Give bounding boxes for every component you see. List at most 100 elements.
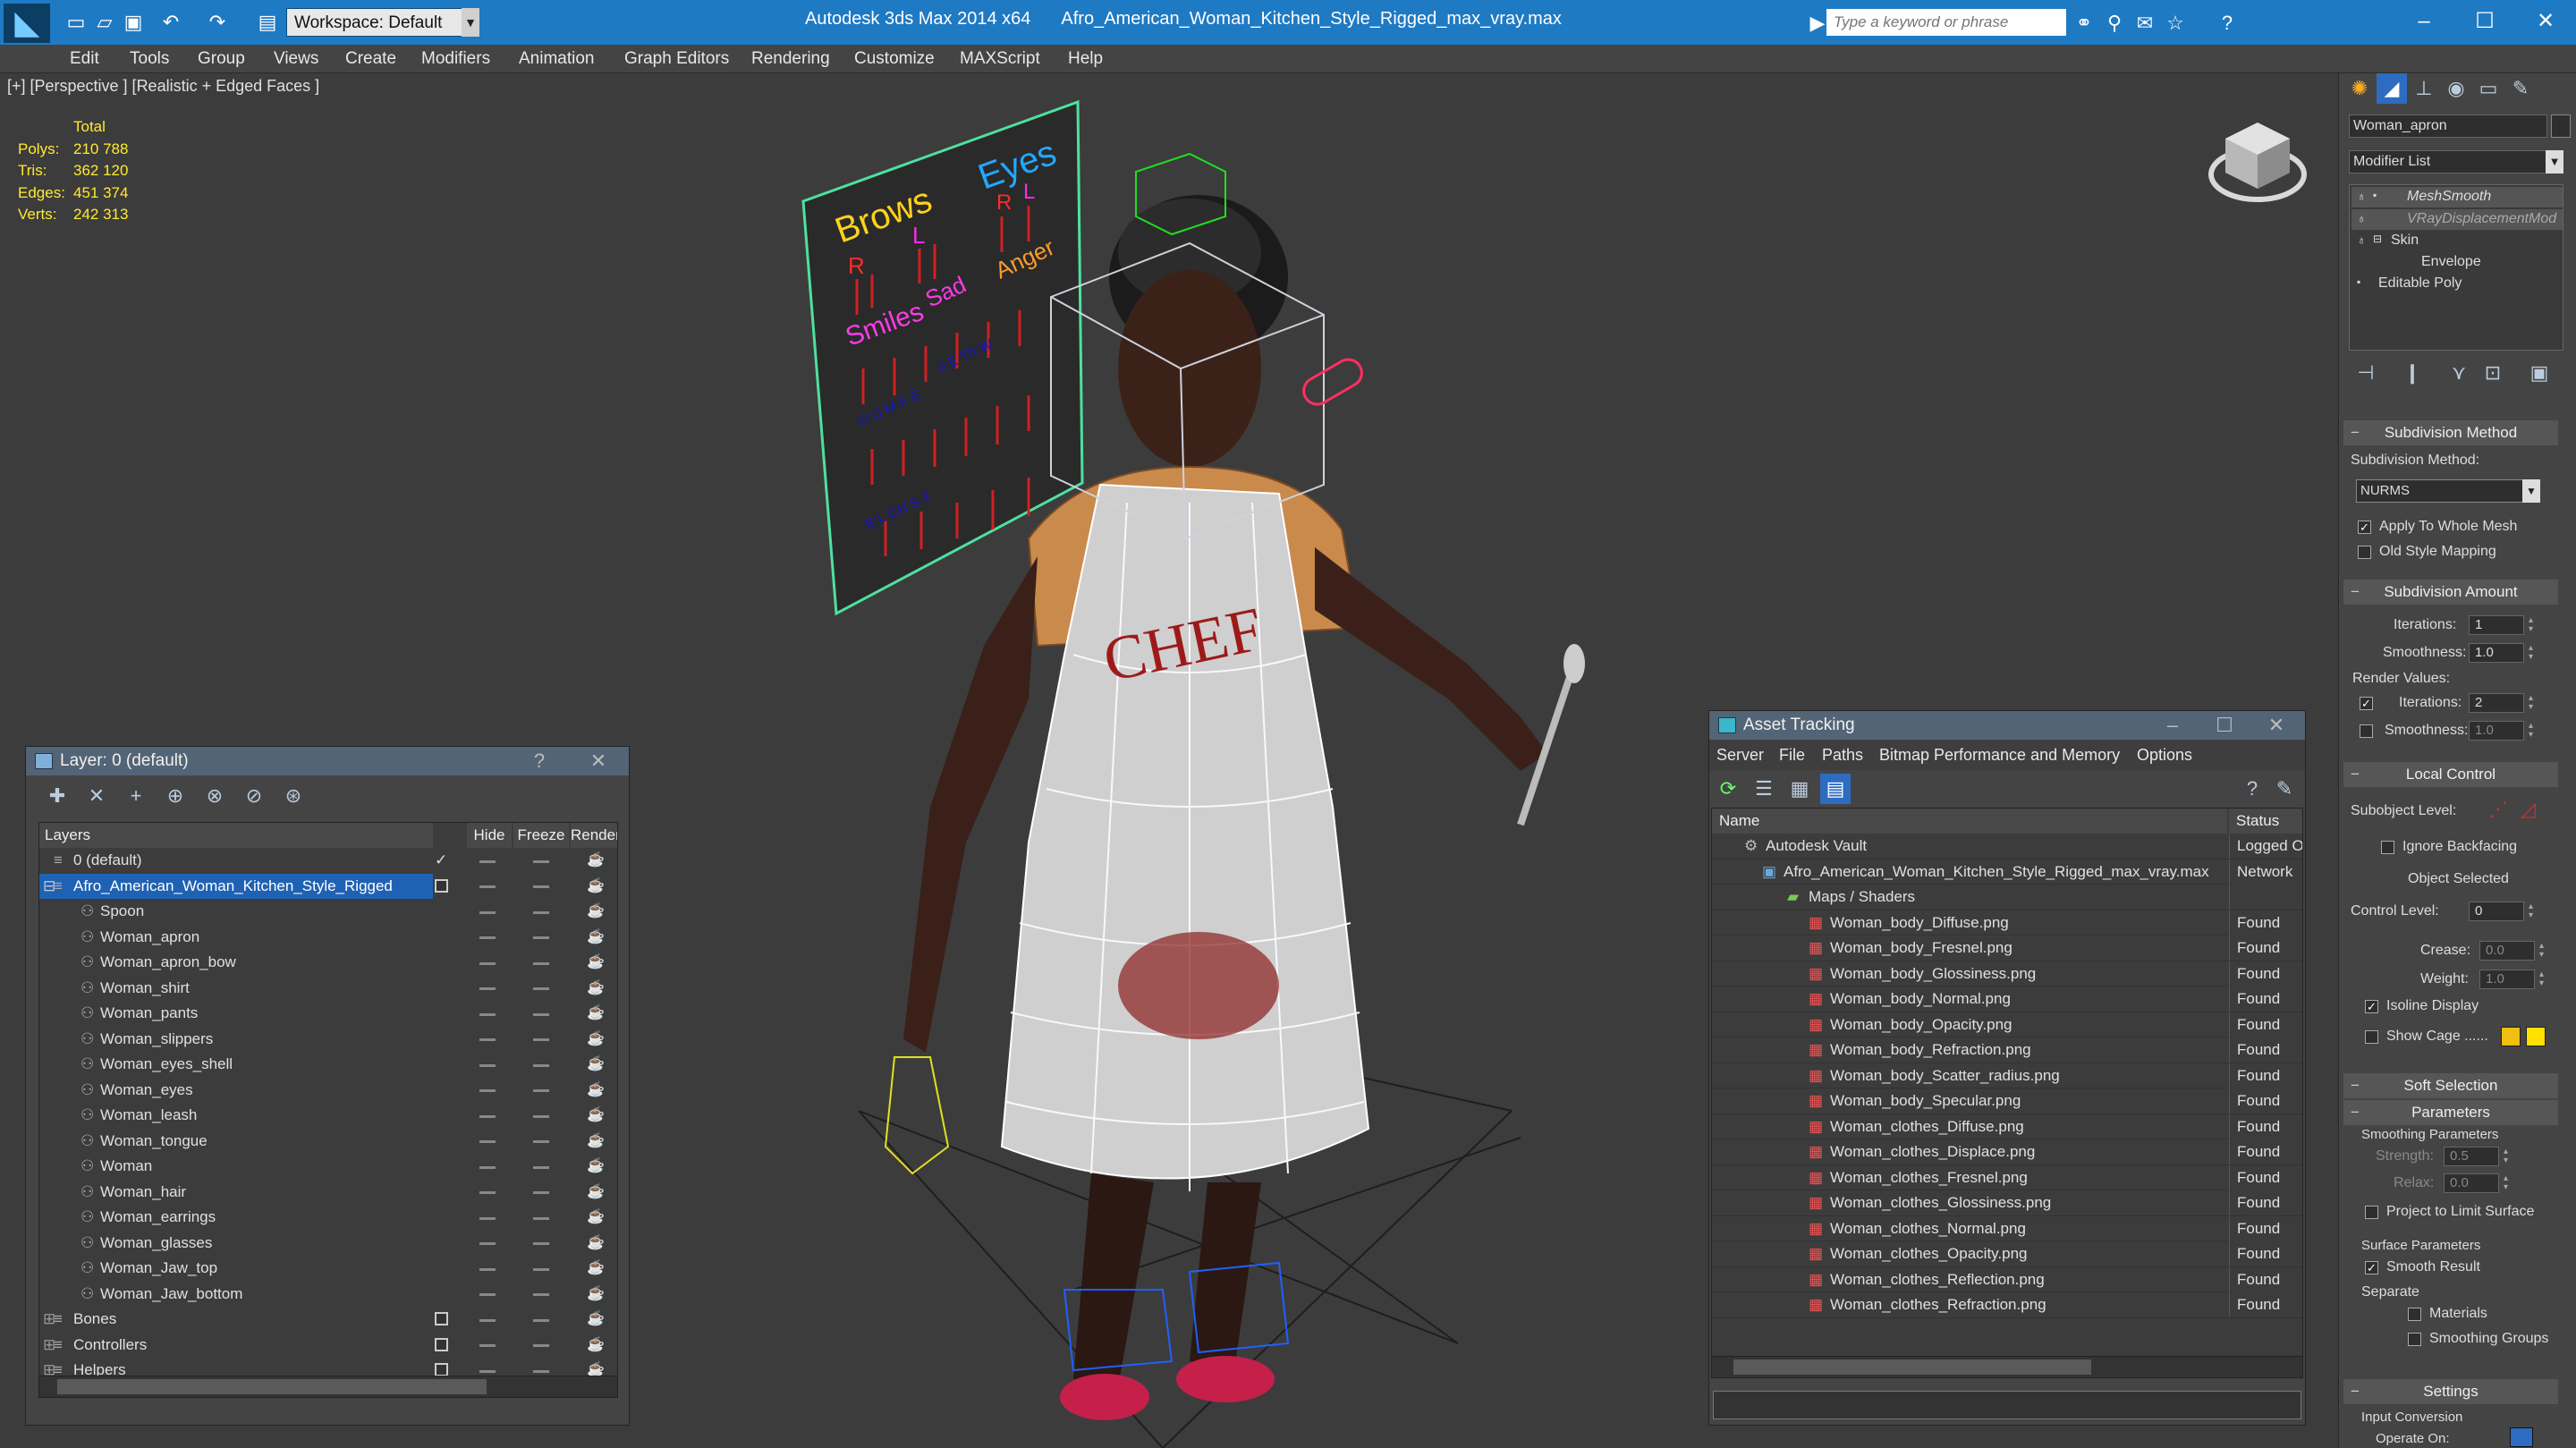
menu-maxscript[interactable]: MAXScript [960, 45, 1040, 73]
asset-tools-icon[interactable]: ✎ [2269, 774, 2300, 804]
control-level-spinner[interactable]: 0 [2469, 902, 2538, 921]
rollout-subdivision-method[interactable]: Subdivision Method [2343, 420, 2558, 445]
old-style-mapping-checkbox[interactable] [2358, 546, 2371, 559]
freeze-toggle[interactable] [533, 1078, 549, 1104]
remove-modifier-icon[interactable]: ⊡ [2478, 358, 2508, 388]
lightbulb-icon[interactable]: ♁ [2357, 233, 2367, 247]
binoculars-icon[interactable]: ⚭ [2072, 11, 2097, 36]
hide-toggle[interactable] [479, 1103, 496, 1129]
render-teapot-icon[interactable]: ☕ [587, 1027, 605, 1053]
app-logo-icon[interactable]: ◣ [4, 4, 50, 43]
layer-list[interactable]: Layers Hide Freeze Render ≡ 0 (default) ✓ ☕… [38, 822, 618, 1398]
hide-toggle[interactable] [479, 1052, 496, 1078]
render-teapot-icon[interactable]: ☕ [587, 874, 605, 900]
hide-toggle[interactable] [479, 1282, 496, 1308]
hide-all-icon[interactable]: ⊘ [239, 781, 269, 811]
freeze-toggle[interactable] [533, 1129, 549, 1155]
asset-row[interactable]: ▦ Woman_body_Diffuse.png Found [1712, 910, 2302, 936]
hide-toggle[interactable] [479, 848, 496, 874]
jaw-control[interactable] [1299, 355, 1367, 410]
asset-row[interactable]: ▦ Woman_body_Specular.png Found [1712, 1088, 2302, 1114]
render-iterations-spinner[interactable]: 2 [2469, 693, 2538, 713]
freeze-toggle[interactable] [533, 950, 549, 976]
asset-help-icon[interactable]: ? [2237, 774, 2267, 804]
freeze-toggle[interactable] [533, 925, 549, 951]
cage-color-swatch-1[interactable] [2501, 1027, 2521, 1046]
render-teapot-icon[interactable]: ☕ [587, 1333, 605, 1359]
delete-layer-icon[interactable]: ✕ [81, 781, 112, 811]
hide-toggle[interactable] [479, 1154, 496, 1180]
hide-toggle[interactable] [479, 1307, 496, 1333]
asset-menu-options[interactable]: Options [2137, 741, 2192, 769]
close-icon[interactable]: ✕ [582, 747, 614, 775]
render-teapot-icon[interactable]: ☕ [587, 1001, 605, 1027]
column-render[interactable]: Render [571, 823, 617, 848]
object-name-field[interactable]: Woman_apron [2349, 114, 2547, 138]
separate-smoothing-groups-checkbox[interactable] [2408, 1333, 2421, 1346]
viewcube-icon[interactable] [2207, 114, 2315, 212]
freeze-toggle[interactable] [533, 1027, 549, 1053]
menu-edit[interactable]: Edit [70, 45, 99, 73]
viewport-label[interactable]: [+] [Perspective ] [Realistic + Edged Fa… [7, 77, 319, 96]
current-layer-toggle[interactable] [435, 878, 448, 893]
show-end-result-icon[interactable]: ❙ [2397, 358, 2428, 388]
close-icon[interactable]: ✕ [2521, 5, 2571, 38]
hide-toggle[interactable] [479, 874, 496, 900]
redo-icon[interactable]: ↷ [206, 11, 229, 34]
hide-toggle[interactable] [479, 1001, 496, 1027]
subobject-edge-icon[interactable]: ◿ [2521, 798, 2536, 821]
pin-stack-icon[interactable]: ⊣ [2351, 358, 2381, 388]
hide-toggle[interactable] [479, 1129, 496, 1155]
render-smoothness-checkbox[interactable] [2360, 724, 2373, 738]
render-teapot-icon[interactable]: ☕ [587, 1307, 605, 1333]
hide-toggle[interactable] [479, 950, 496, 976]
freeze-toggle[interactable] [533, 848, 549, 874]
rollout-subdivision-amount[interactable]: Subdivision Amount [2343, 580, 2558, 605]
freeze-toggle[interactable] [533, 1180, 549, 1206]
operate-on-faces-icon[interactable] [2510, 1427, 2533, 1447]
asset-row[interactable]: ▰ Maps / Shaders [1712, 885, 2302, 910]
asset-row[interactable]: ▦ Woman_clothes_Normal.png Found [1712, 1215, 2302, 1241]
asset-path-field[interactable] [1713, 1391, 2301, 1419]
cage-color-swatch-2[interactable] [2526, 1027, 2546, 1046]
display-tab-icon[interactable]: ▭ [2473, 73, 2504, 104]
lightbulb-icon[interactable]: ♁ [2357, 211, 2367, 225]
menu-group[interactable]: Group [198, 45, 245, 73]
refresh-icon[interactable]: ⟳ [1713, 774, 1743, 804]
hide-toggle[interactable] [479, 1205, 496, 1231]
hide-toggle[interactable] [479, 1078, 496, 1104]
select-objects-icon[interactable]: ⊕ [160, 781, 191, 811]
project-limit-surface-checkbox[interactable] [2365, 1206, 2378, 1219]
list-view-icon[interactable]: ☰ [1749, 774, 1779, 804]
project-folder-icon[interactable]: ▤ [256, 11, 279, 34]
hierarchy-tab-icon[interactable]: ⊥ [2409, 73, 2439, 104]
configure-sets-icon[interactable]: ▣ [2524, 358, 2555, 388]
subobject-vertex-icon[interactable]: ⋰ [2488, 798, 2508, 821]
strength-spinner[interactable]: 0.5 [2444, 1147, 2512, 1166]
hide-toggle[interactable] [479, 899, 496, 925]
column-name[interactable]: Name [1712, 809, 2227, 834]
smooth-result-checkbox[interactable]: ✓ [2365, 1261, 2378, 1274]
asset-tracking-panel[interactable]: Asset Tracking – ☐ ✕ Server File Paths B… [1708, 710, 2306, 1426]
menu-tools[interactable]: Tools [130, 45, 169, 73]
smoothness-spinner[interactable]: 1.0 [2469, 643, 2538, 663]
asset-row[interactable]: ▦ Woman_body_Fresnel.png Found [1712, 936, 2302, 961]
render-teapot-icon[interactable]: ☕ [587, 1052, 605, 1078]
asset-row[interactable]: ▦ Woman_clothes_Glossiness.png Found [1712, 1190, 2302, 1216]
undo-icon[interactable]: ↶ [159, 11, 182, 34]
apply-whole-mesh-checkbox[interactable]: ✓ [2358, 521, 2371, 534]
save-icon[interactable]: ▣ [122, 11, 145, 34]
thumbnail-view-icon[interactable]: ▦ [1784, 774, 1815, 804]
render-teapot-icon[interactable]: ☕ [587, 848, 605, 874]
freeze-toggle[interactable] [533, 1333, 549, 1359]
stack-item-envelope[interactable]: Envelope [2421, 254, 2481, 270]
create-tab-icon[interactable]: ✺ [2344, 73, 2375, 104]
subscription-icon[interactable]: ⚲ [2102, 11, 2127, 36]
asset-scrollbar-thumb[interactable] [1733, 1359, 2091, 1375]
chevron-down-icon[interactable]: ▼ [462, 8, 479, 37]
render-teapot-icon[interactable]: ☕ [587, 1256, 605, 1282]
freeze-toggle[interactable] [533, 1256, 549, 1282]
column-layers[interactable]: Layers [39, 823, 433, 848]
asset-row[interactable]: ▦ Woman_body_Opacity.png Found [1712, 1012, 2302, 1037]
stack-item-editable-poly[interactable]: Editable Poly [2378, 275, 2462, 292]
